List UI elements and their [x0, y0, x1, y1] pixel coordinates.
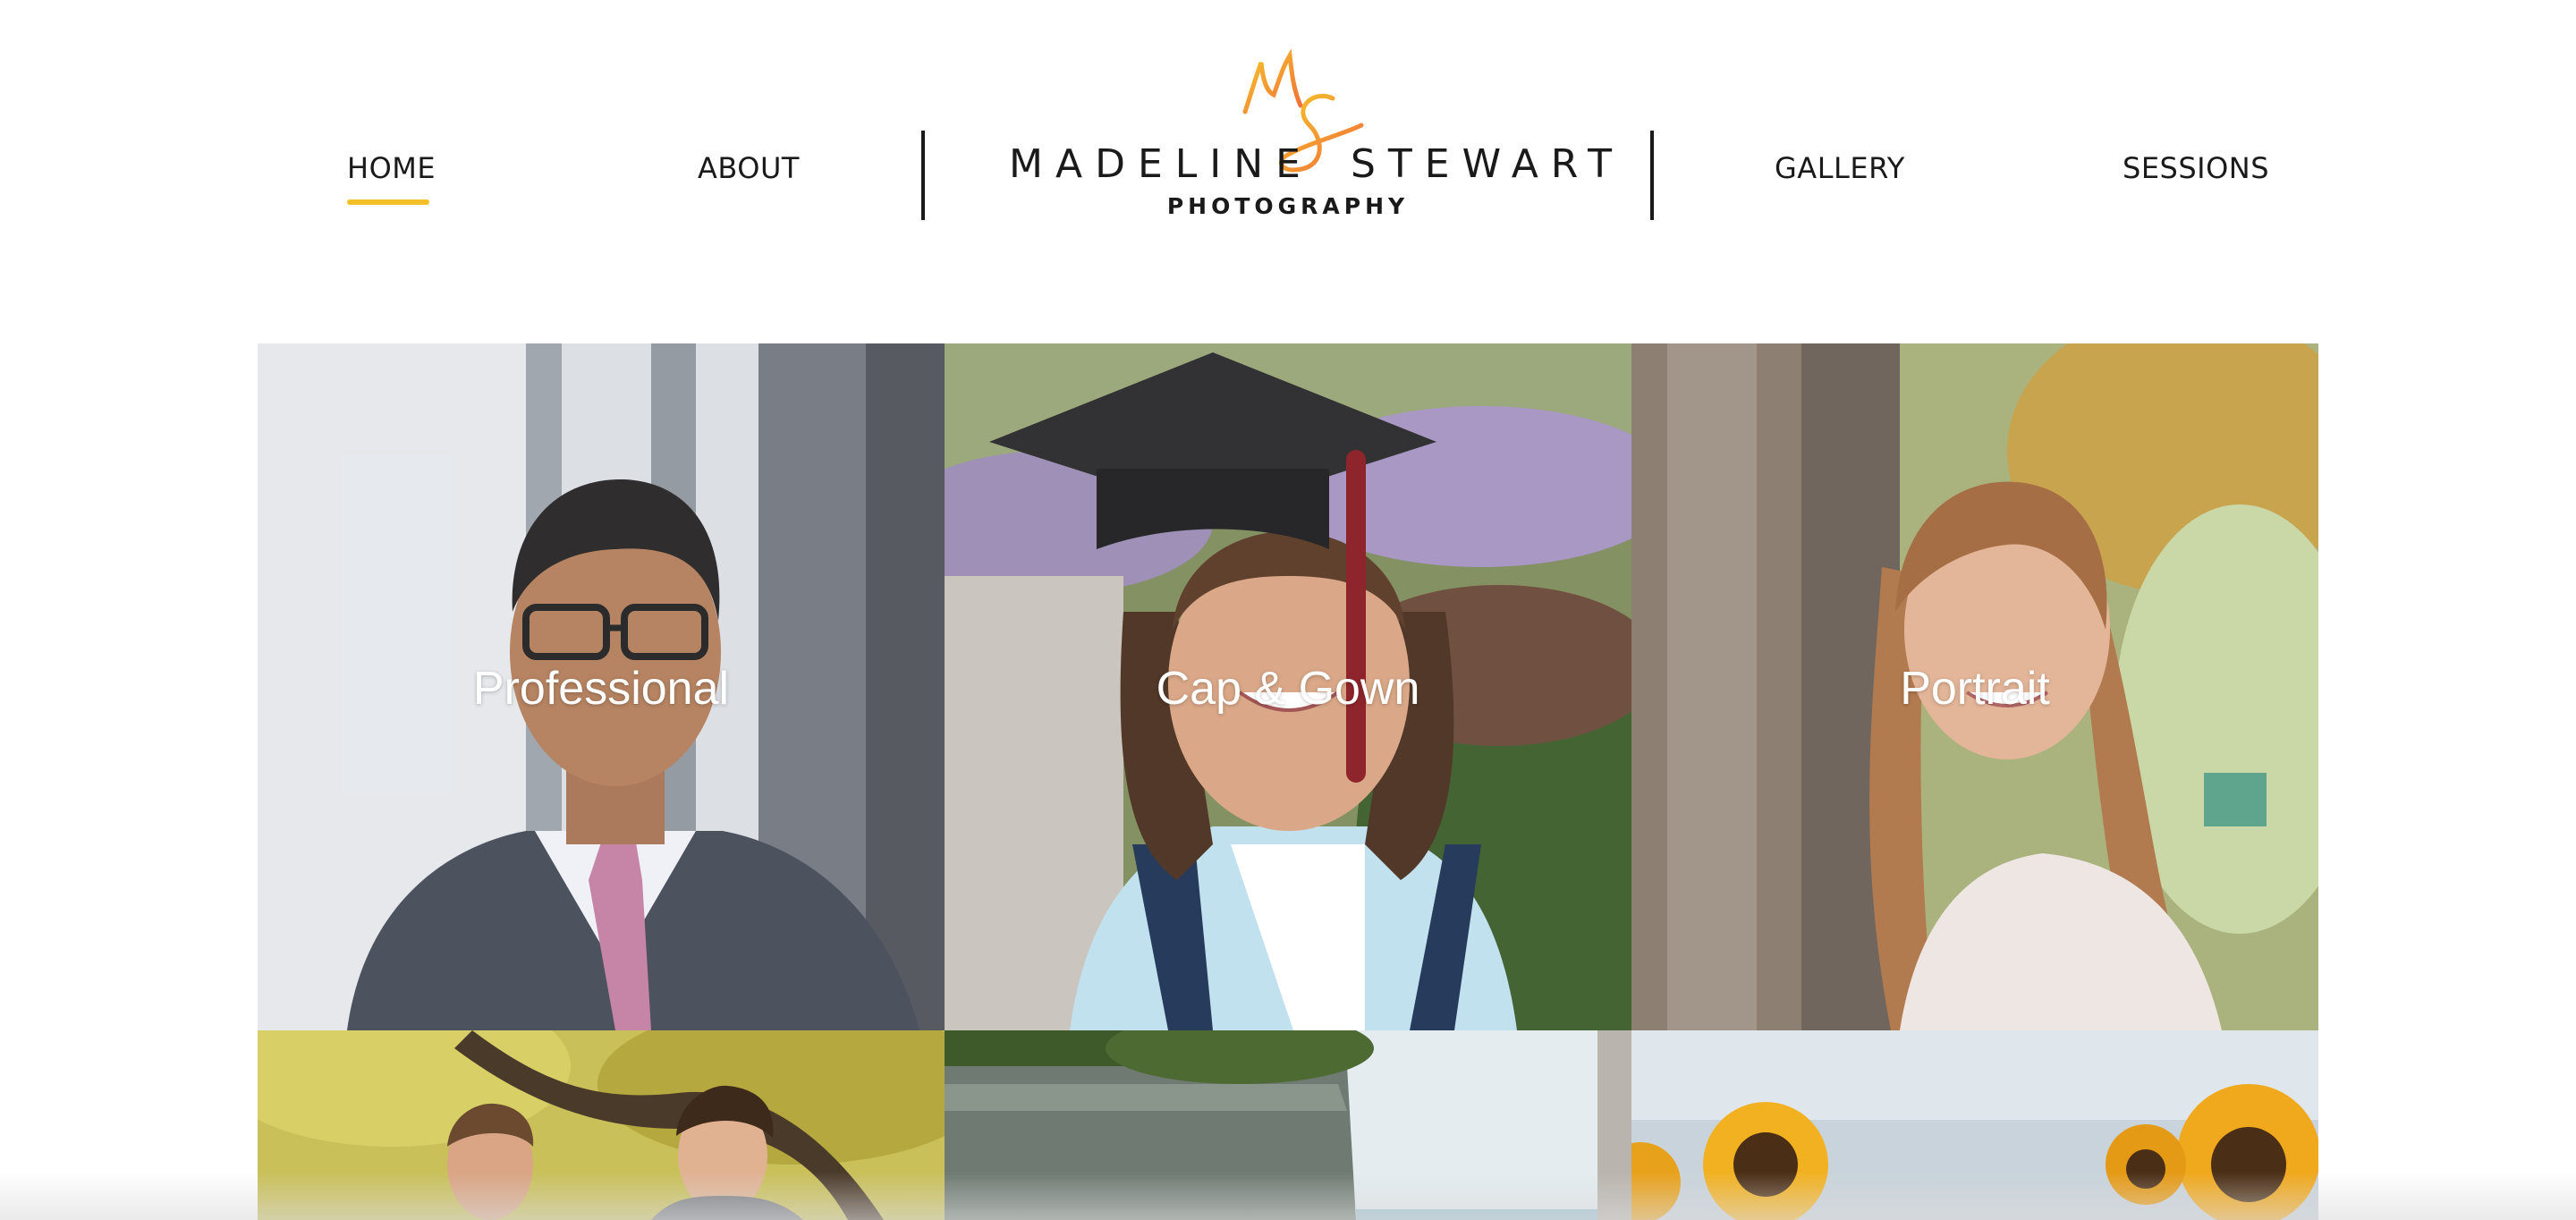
session-gallery-grid: Professional Cap & Gown Portrait	[258, 343, 2318, 1220]
nav-about-link[interactable]: ABOUT	[698, 150, 800, 186]
tile-label-professional: Professional	[472, 663, 730, 715]
gallery-tile-professional[interactable]: Professional	[258, 343, 945, 1030]
nav-home-link[interactable]: HOME	[347, 150, 436, 186]
sunflowers-photo	[1631, 1030, 2318, 1220]
nav-divider-left	[921, 131, 925, 220]
landscape-photo	[945, 1030, 1631, 1220]
family-photo	[258, 1030, 945, 1220]
site-header: HOME ABOUT MADELINE STEWART PHOTOGRAPHY …	[0, 0, 2576, 268]
gallery-tile-sunflowers[interactable]	[1631, 1030, 2318, 1220]
logo-first-name: MADELINE	[1009, 141, 1313, 187]
gallery-tile-cap-gown[interactable]: Cap & Gown	[945, 343, 1631, 1030]
gallery-tile-family[interactable]	[258, 1030, 945, 1220]
site-logo[interactable]: MADELINE STEWART PHOTOGRAPHY	[993, 36, 1612, 233]
logo-last-name: STEWART	[1351, 141, 1625, 187]
nav-gallery-link[interactable]: GALLERY	[1775, 150, 1905, 186]
tile-label-portrait: Portrait	[1900, 663, 2050, 715]
tile-label-cap-gown: Cap & Gown	[1156, 663, 1420, 715]
gallery-tile-portrait[interactable]: Portrait	[1631, 343, 2318, 1030]
nav-sessions-link[interactable]: SESSIONS	[2123, 150, 2269, 186]
nav-active-indicator	[347, 199, 429, 205]
logo-subtitle: PHOTOGRAPHY	[1166, 193, 1410, 219]
nav-divider-right	[1650, 131, 1654, 220]
gallery-tile-landscape[interactable]	[945, 1030, 1631, 1220]
